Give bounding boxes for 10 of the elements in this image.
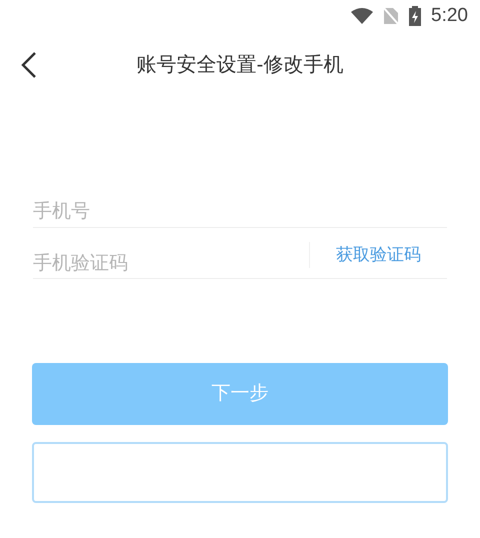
no-sim-icon	[383, 7, 400, 25]
wifi-icon	[351, 8, 374, 24]
status-time: 5:20	[431, 4, 468, 28]
page-title: 账号安全设置-修改手机	[136, 53, 344, 78]
get-code-button[interactable]: 获取验证码	[336, 242, 421, 268]
input-field[interactable]: 手机验证码	[33, 250, 309, 278]
next-button[interactable]: 下一步	[32, 363, 448, 425]
input-field[interactable]: 手机号	[33, 198, 447, 226]
battery-charging-icon	[409, 6, 422, 26]
back-button[interactable]	[20, 51, 38, 79]
